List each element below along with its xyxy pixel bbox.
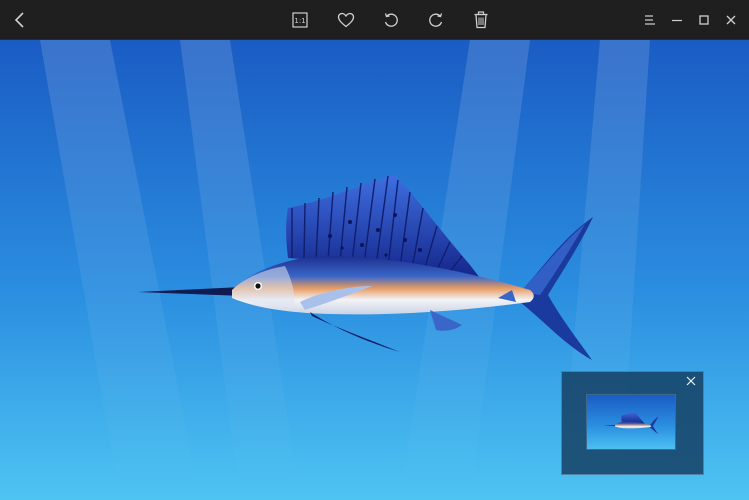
actual-size-icon: 1:1 xyxy=(292,12,308,28)
photo-viewer-window: 1:1 xyxy=(0,0,749,500)
navigator-close-icon[interactable] xyxy=(685,375,697,387)
minimize-button[interactable] xyxy=(665,8,689,32)
rotate-right-icon xyxy=(429,13,443,27)
delete-button[interactable] xyxy=(469,8,493,32)
rotate-right-button[interactable] xyxy=(424,8,448,32)
title-bar: 1:1 xyxy=(0,0,749,40)
heart-icon xyxy=(337,12,355,28)
navigator-panel xyxy=(561,371,704,475)
back-arrow-icon xyxy=(14,12,24,28)
back-button[interactable] xyxy=(8,8,32,32)
close-button[interactable] xyxy=(719,8,743,32)
minimize-icon xyxy=(672,19,682,22)
maximize-button[interactable] xyxy=(692,8,716,32)
favorite-button[interactable] xyxy=(334,8,358,32)
maximize-icon xyxy=(699,15,709,25)
navigator-thumbnail[interactable] xyxy=(586,394,676,450)
thumbnail-sailfish-image xyxy=(587,395,675,449)
rotate-left-button[interactable] xyxy=(379,8,403,32)
trash-icon xyxy=(474,11,488,29)
menu-button[interactable] xyxy=(638,8,662,32)
menu-icon xyxy=(645,15,655,25)
actual-size-label: 1:1 xyxy=(294,17,305,25)
close-icon xyxy=(726,15,736,25)
image-canvas[interactable] xyxy=(0,40,749,500)
actual-size-button[interactable]: 1:1 xyxy=(288,8,312,32)
rotate-left-icon xyxy=(384,13,398,27)
